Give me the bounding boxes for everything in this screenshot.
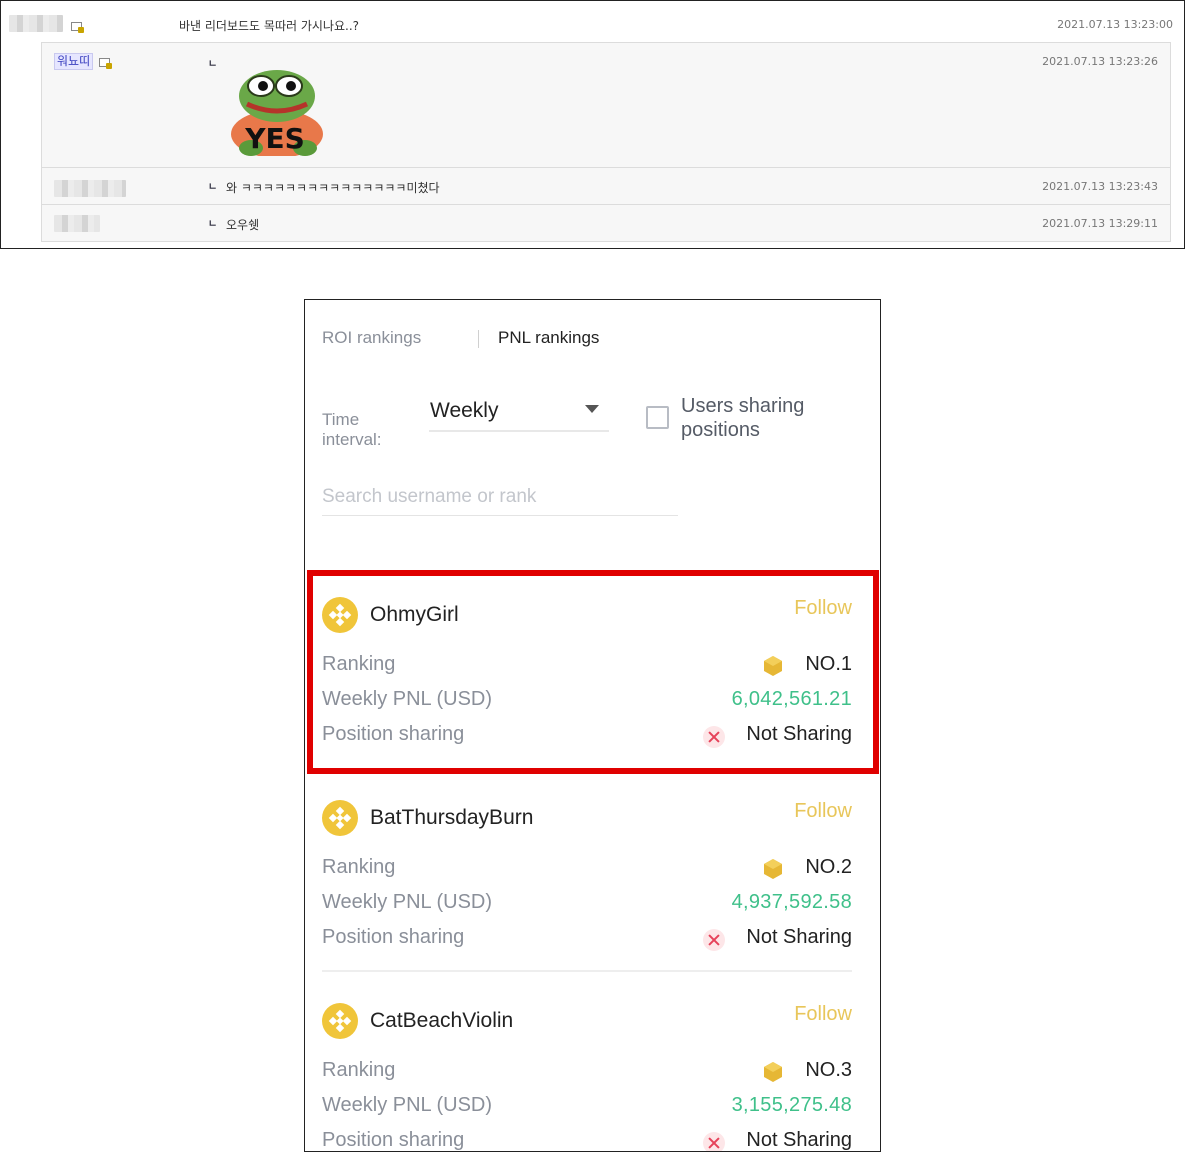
- rank-medal-icon: [764, 656, 782, 676]
- time-interval-label: Time interval:: [322, 410, 382, 449]
- member-level-icon: [99, 58, 112, 69]
- reply-text: 오우쉣: [226, 218, 260, 232]
- weekly-pnl-value: 3,155,275.48: [731, 1094, 852, 1116]
- avatar: [322, 1003, 358, 1039]
- binance-logo-icon: [328, 1009, 352, 1033]
- time-interval-select[interactable]: Weekly: [429, 396, 609, 432]
- time-interval-value: Weekly: [430, 399, 499, 422]
- position-sharing-label: Position sharing: [322, 926, 465, 948]
- reply-row: 워뇨띠 ㄴ YES 2021.07.13 13:23:26: [41, 42, 1171, 168]
- binance-logo-icon: [328, 806, 352, 830]
- leader-name[interactable]: CatBeachViolin: [370, 1009, 513, 1033]
- not-sharing-icon: [703, 1132, 725, 1151]
- search-field: [322, 482, 678, 516]
- follow-button[interactable]: Follow: [794, 800, 852, 823]
- follow-button[interactable]: Follow: [794, 597, 852, 620]
- not-sharing-icon: [703, 929, 725, 951]
- ranking-label: Ranking: [322, 856, 396, 878]
- rank-value: NO.3: [805, 1059, 852, 1081]
- ranking-label: Ranking: [322, 1059, 396, 1081]
- card-divider: [322, 970, 852, 972]
- comment-row: 바낸 리더보드도 목따러 가시나요..? 2021.07.13 13:23:00: [7, 7, 1179, 41]
- leader-card: CatBeachViolin Follow Ranking NO.3 Weekl…: [322, 987, 852, 1151]
- leader-name[interactable]: OhmyGirl: [370, 603, 459, 627]
- search-input[interactable]: [322, 482, 678, 512]
- comment-date: 2021.07.13 13:23:00: [1057, 18, 1173, 31]
- member-level-icon: [71, 22, 84, 33]
- position-sharing-value: Not Sharing: [746, 926, 852, 948]
- blurred-author: [9, 15, 63, 32]
- weekly-pnl-label: Weekly PNL (USD): [322, 688, 493, 710]
- position-sharing-value: Not Sharing: [746, 723, 852, 745]
- follow-button[interactable]: Follow: [794, 1003, 852, 1026]
- ranking-tabs: ROI rankings PNL rankings: [322, 328, 642, 352]
- reply-author[interactable]: 워뇨띠: [54, 53, 94, 70]
- tab-divider: [478, 330, 479, 348]
- sticker-text: YES: [244, 122, 305, 155]
- rank-medal-icon: [764, 859, 782, 879]
- tab-roi-rankings[interactable]: ROI rankings: [322, 328, 421, 348]
- tab-pnl-rankings[interactable]: PNL rankings: [498, 328, 599, 348]
- sharing-users-label: Users sharing positions: [681, 395, 805, 441]
- pepe-yes-sticker: YES: [231, 70, 323, 156]
- reply-date: 2021.07.13 13:23:26: [1042, 55, 1158, 68]
- reply-date: 2021.07.13 13:29:11: [1042, 217, 1158, 230]
- position-sharing-label: Position sharing: [322, 723, 465, 745]
- avatar: [322, 597, 358, 633]
- sharing-users-checkbox[interactable]: [646, 406, 669, 429]
- blurred-author: [54, 180, 126, 197]
- weekly-pnl-value: 6,042,561.21: [731, 688, 852, 710]
- reply-text: 와 ㅋㅋㅋㅋㅋㅋㅋㅋㅋㅋㅋㅋㅋㅋㅋ미쳤다: [226, 181, 440, 195]
- reply-date: 2021.07.13 13:23:43: [1042, 180, 1158, 193]
- leader-name[interactable]: BatThursdayBurn: [370, 806, 533, 830]
- rank-value: NO.2: [805, 856, 852, 878]
- comment-text: 바낸 리더보드도 목따러 가시나요..?: [179, 19, 360, 33]
- rank-value: NO.1: [805, 653, 852, 675]
- reply-row: ㄴ 오우쉣 2021.07.13 13:29:11: [41, 204, 1171, 242]
- reply-mark: ㄴ: [208, 219, 218, 230]
- position-sharing-label: Position sharing: [322, 1129, 465, 1151]
- reply-mark: ㄴ: [208, 59, 218, 70]
- avatar: [322, 800, 358, 836]
- reply-mark: ㄴ: [208, 182, 218, 193]
- position-sharing-value: Not Sharing: [746, 1129, 852, 1151]
- leaderboard-screenshot: ROI rankings PNL rankings Time interval:…: [304, 299, 881, 1152]
- weekly-pnl-label: Weekly PNL (USD): [322, 891, 493, 913]
- rank-medal-icon: [764, 1062, 782, 1082]
- reply-row: ㄴ 와 ㅋㅋㅋㅋㅋㅋㅋㅋㅋㅋㅋㅋㅋㅋㅋ미쳤다 2021.07.13 13:23:…: [41, 167, 1171, 205]
- weekly-pnl-label: Weekly PNL (USD): [322, 1094, 493, 1116]
- binance-logo-icon: [328, 603, 352, 627]
- ranking-label: Ranking: [322, 653, 396, 675]
- comment-panel: 바낸 리더보드도 목따러 가시나요..? 2021.07.13 13:23:00…: [0, 0, 1185, 249]
- chevron-down-icon: [585, 405, 599, 413]
- not-sharing-icon: [703, 726, 725, 748]
- leader-card: BatThursdayBurn Follow Ranking NO.2 Week…: [322, 784, 852, 974]
- weekly-pnl-value: 4,937,592.58: [731, 891, 852, 913]
- blurred-author: [54, 215, 100, 232]
- leader-card: OhmyGirl Follow Ranking NO.1 Weekly PNL …: [322, 581, 852, 771]
